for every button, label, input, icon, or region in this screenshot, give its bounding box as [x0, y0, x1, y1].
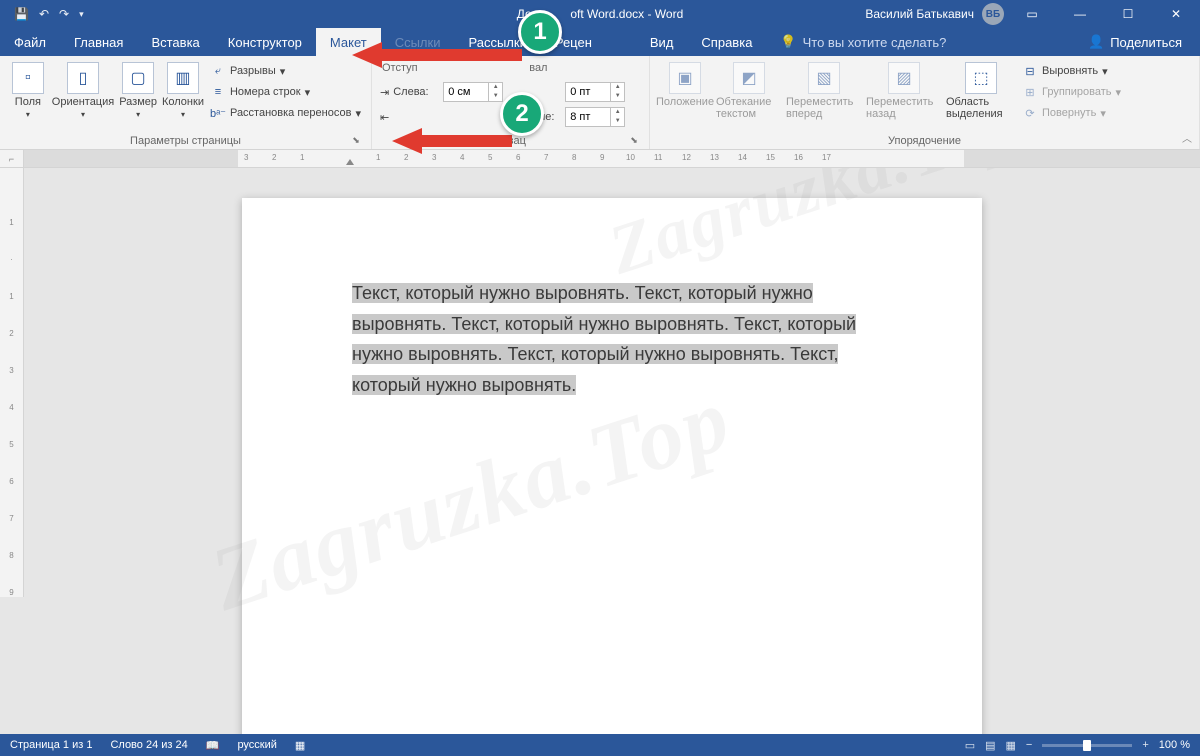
zoom-slider[interactable] — [1042, 744, 1132, 747]
view-print-icon[interactable]: ▤ — [985, 739, 995, 752]
indent-right-icon: ⇤ — [380, 111, 389, 124]
ribbon: ▫ Поля▾ ▯ Ориентация▾ ▢ Размер▾ ▥ Колонк… — [0, 56, 1200, 150]
spinner-down-icon[interactable]: ▼ — [489, 92, 502, 101]
hyphenation-button[interactable]: bᵃ⁻Расстановка переносов ▾ — [208, 104, 363, 122]
watermark: Zagruzka.Top — [600, 168, 1028, 292]
align-button[interactable]: ⊟Выровнять ▾ — [1020, 62, 1123, 80]
user-name: Василий Батькавич — [865, 7, 974, 21]
watermark: Zagruzka.Top — [199, 367, 743, 631]
user-avatar[interactable]: ВБ — [982, 3, 1004, 25]
status-language[interactable]: русский — [237, 739, 276, 751]
group-page-setup: ▫ Поля▾ ▯ Ориентация▾ ▢ Размер▾ ▥ Колонк… — [0, 56, 372, 149]
group-label-arrange: Упорядочение — [658, 133, 1191, 147]
hyphenation-icon: bᵃ⁻ — [210, 105, 226, 121]
selection-pane-icon: ⬚ — [965, 62, 997, 94]
indent-left-row: ⇥ Слева: ▲▼ — [380, 81, 503, 103]
group-icon: ⊞ — [1022, 84, 1038, 100]
tab-file[interactable]: Файл — [0, 28, 60, 56]
annotation-badge-2: 2 — [500, 92, 544, 136]
close-icon[interactable]: ✕ — [1156, 0, 1196, 28]
zoom-in-icon[interactable]: + — [1142, 739, 1148, 751]
breaks-button[interactable]: ⤶Разрывы ▾ — [208, 62, 363, 80]
ruler-corner: ⌐ — [0, 150, 24, 168]
spacing-before-input[interactable]: ▲▼ — [565, 82, 625, 102]
status-proofing-icon[interactable]: 📖 — [206, 739, 220, 752]
tell-me-search[interactable]: 💡 Что вы хотите сделать? — [766, 28, 960, 56]
size-icon: ▢ — [122, 62, 154, 94]
redo-icon[interactable]: ↷ — [59, 7, 69, 21]
zoom-level[interactable]: 100 % — [1159, 739, 1190, 751]
quick-access-toolbar: 💾 ↶ ↷ ▾ — [0, 7, 98, 21]
paragraph-dialog-launcher[interactable]: ⬊ — [627, 133, 641, 147]
ribbon-display-icon[interactable]: ▭ — [1012, 0, 1052, 28]
line-numbers-button[interactable]: ≡Номера строк ▾ — [208, 83, 363, 101]
margins-button[interactable]: ▫ Поля▾ — [8, 60, 48, 119]
document-area[interactable]: Zagruzka.Top Zagruzka.Top Текст, который… — [24, 168, 1200, 734]
share-button[interactable]: 👤 Поделиться — [1070, 28, 1200, 56]
minimize-icon[interactable]: — — [1060, 0, 1100, 28]
page-setup-dialog-launcher[interactable]: ⬊ — [349, 133, 363, 147]
view-read-icon[interactable]: ▭ — [965, 739, 975, 752]
line-numbers-icon: ≡ — [210, 84, 226, 100]
indent-right-row: ⇤ . — [380, 106, 503, 128]
send-backward-icon: ▨ — [888, 62, 920, 94]
view-web-icon[interactable]: ▦ — [1006, 739, 1016, 752]
spacing-heading: вал — [527, 62, 625, 78]
share-icon: 👤 — [1088, 34, 1104, 50]
ribbon-tabs: Файл Главная Вставка Конструктор Макет С… — [0, 28, 1200, 56]
status-page[interactable]: Страница 1 из 1 — [10, 739, 92, 751]
indent-left-icon: ⇥ — [380, 86, 389, 99]
undo-icon[interactable]: ↶ — [39, 7, 49, 21]
columns-button[interactable]: ▥ Колонки▾ — [162, 60, 204, 119]
status-words[interactable]: Слово 24 из 24 — [110, 739, 187, 751]
breaks-icon: ⤶ — [210, 63, 226, 79]
vertical-ruler: 1·123456789 — [0, 168, 24, 597]
tab-home[interactable]: Главная — [60, 28, 137, 56]
orientation-icon: ▯ — [67, 62, 99, 94]
position-button: ▣ Положение — [658, 60, 712, 108]
size-button[interactable]: ▢ Размер▾ — [118, 60, 158, 119]
title-bar: 💾 ↶ ↷ ▾ Док ____ oft Word.docx - Word Ва… — [0, 0, 1200, 28]
group-arrange: ▣ Положение ◩ Обтекание текстом ▧ Переме… — [650, 56, 1200, 149]
wrap-text-icon: ◩ — [733, 62, 765, 94]
workspace: ⌐ 1·123456789 321 1234567891011121314151… — [0, 150, 1200, 734]
maximize-icon[interactable]: ☐ — [1108, 0, 1148, 28]
group-objects-button: ⊞Группировать ▾ — [1020, 83, 1123, 101]
spinner-up-icon[interactable]: ▲ — [489, 83, 502, 92]
status-bar: Страница 1 из 1 Слово 24 из 24 📖 русский… — [0, 734, 1200, 756]
collapse-ribbon-icon[interactable]: ︿ — [1182, 130, 1192, 145]
tab-spacer — [606, 28, 636, 56]
annotation-badge-1: 1 — [518, 10, 562, 54]
indent-left-input[interactable]: ▲▼ — [443, 82, 503, 102]
zoom-out-icon[interactable]: − — [1026, 739, 1032, 751]
align-icon: ⊟ — [1022, 63, 1038, 79]
spacing-before-row: . ▲▼ — [527, 81, 625, 103]
bring-forward-icon: ▧ — [808, 62, 840, 94]
group-label-page-setup: Параметры страницы ⬊ — [8, 133, 363, 147]
spacing-after-input[interactable]: ▲▼ — [565, 107, 625, 127]
tab-help[interactable]: Справка — [687, 28, 766, 56]
selected-text[interactable]: Текст, который нужно выровнять. Текст, к… — [352, 278, 872, 400]
tab-design[interactable]: Конструктор — [214, 28, 316, 56]
rotate-button: ⟳Повернуть ▾ — [1020, 104, 1123, 122]
margins-icon: ▫ — [12, 62, 44, 94]
lightbulb-icon: 💡 — [780, 34, 796, 50]
page[interactable]: Zagruzka.Top Zagruzka.Top Текст, который… — [242, 198, 982, 734]
horizontal-ruler[interactable]: 321 1234567891011121314151617 — [24, 150, 1200, 168]
columns-icon: ▥ — [167, 62, 199, 94]
tab-insert[interactable]: Вставка — [137, 28, 213, 56]
rotate-icon: ⟳ — [1022, 105, 1038, 121]
bring-forward-button: ▧ Переместить вперед — [786, 60, 862, 120]
qat-customize-icon[interactable]: ▾ — [79, 9, 84, 20]
save-icon[interactable]: 💾 — [14, 7, 29, 21]
wrap-text-button: ◩ Обтекание текстом — [716, 60, 782, 120]
annotation-arrow-1 — [352, 40, 522, 70]
tab-view[interactable]: Вид — [636, 28, 688, 56]
annotation-arrow-2 — [392, 126, 512, 156]
position-icon: ▣ — [669, 62, 701, 94]
orientation-button[interactable]: ▯ Ориентация▾ — [52, 60, 114, 119]
status-macro-icon[interactable]: ▦ — [295, 739, 305, 752]
selection-pane-button[interactable]: ⬚ Область выделения — [946, 60, 1016, 120]
send-backward-button: ▨ Переместить назад — [866, 60, 942, 120]
